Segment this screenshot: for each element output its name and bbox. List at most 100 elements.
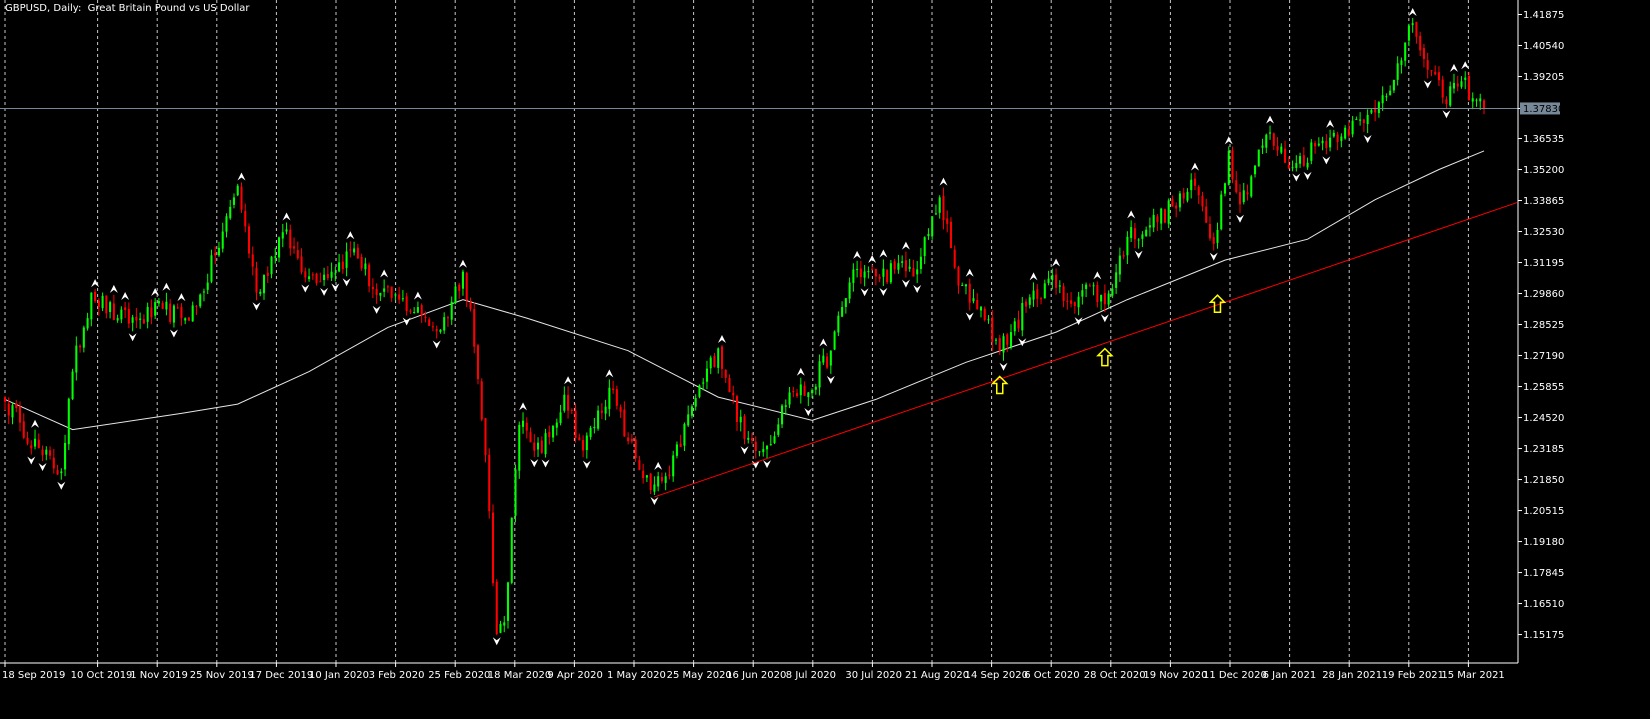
candle-body bbox=[630, 438, 633, 442]
candle-body bbox=[1227, 150, 1230, 185]
candle-body bbox=[255, 267, 258, 293]
candle-body bbox=[465, 273, 468, 301]
fractal-down-icon bbox=[1303, 171, 1312, 180]
candle-body bbox=[1445, 99, 1448, 104]
candle-body bbox=[202, 291, 205, 293]
candle-body bbox=[1272, 133, 1275, 146]
chart-window[interactable]: 1.41875 1.40540 1.39205 1.37830 1.36535 1.352… bbox=[0, 0, 1650, 719]
x-tick-label: 6 Jan 2021 bbox=[1263, 670, 1317, 681]
candle-body bbox=[649, 473, 652, 490]
candle-body bbox=[1310, 142, 1313, 161]
x-tick-label: 21 Aug 2020 bbox=[905, 670, 969, 681]
candle-body bbox=[533, 442, 536, 451]
fractal-down-icon bbox=[530, 459, 539, 468]
candle-body bbox=[1118, 255, 1121, 275]
candle-body bbox=[1464, 77, 1467, 80]
candle-body bbox=[818, 361, 821, 388]
candle-body bbox=[176, 307, 179, 309]
candle-body bbox=[37, 439, 40, 448]
candle-body bbox=[1415, 21, 1418, 37]
candle-body bbox=[480, 381, 483, 420]
price-chart[interactable]: 1.41875 1.40540 1.39205 1.37830 1.36535 1.352… bbox=[0, 0, 1650, 719]
fractal-down-icon bbox=[1423, 80, 1432, 89]
candle-body bbox=[1032, 290, 1035, 300]
fractal-up-icon bbox=[162, 282, 171, 291]
candle-body bbox=[687, 414, 690, 426]
candle-body bbox=[1460, 81, 1463, 87]
fractal-markers bbox=[27, 7, 1470, 646]
candle-body bbox=[615, 389, 618, 406]
candle-body bbox=[1299, 156, 1302, 164]
candle-body bbox=[1167, 200, 1170, 224]
trendline-layer[interactable] bbox=[654, 202, 1518, 498]
fractal-down-icon bbox=[740, 446, 749, 455]
candle-body bbox=[912, 268, 915, 277]
candle-body bbox=[856, 269, 859, 271]
candle-body bbox=[1321, 140, 1324, 144]
candle-body bbox=[154, 302, 157, 316]
candle-body bbox=[983, 308, 986, 321]
candle-body bbox=[1163, 209, 1166, 223]
candle-body bbox=[1377, 102, 1380, 114]
fractal-down-icon bbox=[1442, 110, 1451, 119]
candle-body bbox=[1186, 191, 1189, 201]
candle-body bbox=[1133, 228, 1136, 240]
candle-body bbox=[702, 382, 705, 384]
candle-body bbox=[300, 256, 303, 273]
candle-body bbox=[889, 263, 892, 283]
candle-body bbox=[499, 624, 502, 633]
fractal-down-icon bbox=[128, 333, 137, 342]
candle-body bbox=[604, 406, 607, 414]
candle-body bbox=[904, 260, 907, 272]
x-tick-label: 15 Mar 2021 bbox=[1441, 670, 1504, 681]
fractal-down-icon bbox=[879, 287, 888, 296]
candle-body bbox=[1231, 150, 1234, 180]
candle-body bbox=[458, 284, 461, 291]
y-tick-label: 1.29860 bbox=[1523, 289, 1564, 300]
candle-body bbox=[1347, 128, 1350, 136]
x-tick-label: 6 Oct 2020 bbox=[1024, 670, 1079, 681]
candle-body bbox=[7, 403, 10, 416]
candle-body bbox=[555, 422, 558, 428]
candle-body bbox=[1175, 205, 1178, 209]
fractal-down-icon bbox=[57, 481, 66, 490]
candle-body bbox=[1344, 127, 1347, 139]
candle-body bbox=[1242, 190, 1245, 203]
candle-body bbox=[1434, 71, 1437, 75]
candle-body bbox=[694, 398, 697, 407]
candle-body bbox=[690, 406, 693, 416]
candle-body bbox=[495, 581, 498, 634]
fractal-up-icon bbox=[1127, 210, 1136, 219]
fractal-down-icon bbox=[252, 302, 261, 311]
y-tick-label: 1.17845 bbox=[1523, 568, 1564, 579]
candle-body bbox=[503, 622, 506, 626]
candle-body bbox=[1265, 134, 1268, 148]
candle-body bbox=[476, 345, 480, 380]
candle-body bbox=[270, 256, 273, 275]
candle-body bbox=[454, 286, 457, 304]
candle-body bbox=[934, 213, 937, 215]
candle-body bbox=[330, 271, 333, 278]
candle-body bbox=[1449, 86, 1452, 106]
fractal-up-icon bbox=[605, 369, 614, 378]
candle-body bbox=[1193, 178, 1196, 186]
candle-body bbox=[765, 445, 769, 450]
candle-body bbox=[71, 371, 74, 399]
candle-body bbox=[368, 264, 371, 287]
candle-body bbox=[45, 449, 48, 455]
candle-body bbox=[987, 319, 990, 321]
candle-body bbox=[1419, 35, 1422, 51]
candle-body bbox=[146, 306, 149, 322]
candle-body bbox=[664, 476, 667, 483]
fractal-up-icon bbox=[237, 172, 246, 181]
candle-body bbox=[64, 442, 67, 470]
candle-body bbox=[1389, 90, 1392, 96]
x-tick-label: 28 Jan 2021 bbox=[1322, 670, 1382, 681]
candle-body bbox=[826, 356, 829, 368]
candle-body bbox=[514, 469, 517, 516]
candle-body bbox=[105, 295, 108, 314]
y-tick-label: 1.33865 bbox=[1523, 196, 1564, 207]
candle-body bbox=[506, 582, 510, 621]
candle-body bbox=[852, 269, 855, 283]
candle-body bbox=[41, 449, 44, 456]
